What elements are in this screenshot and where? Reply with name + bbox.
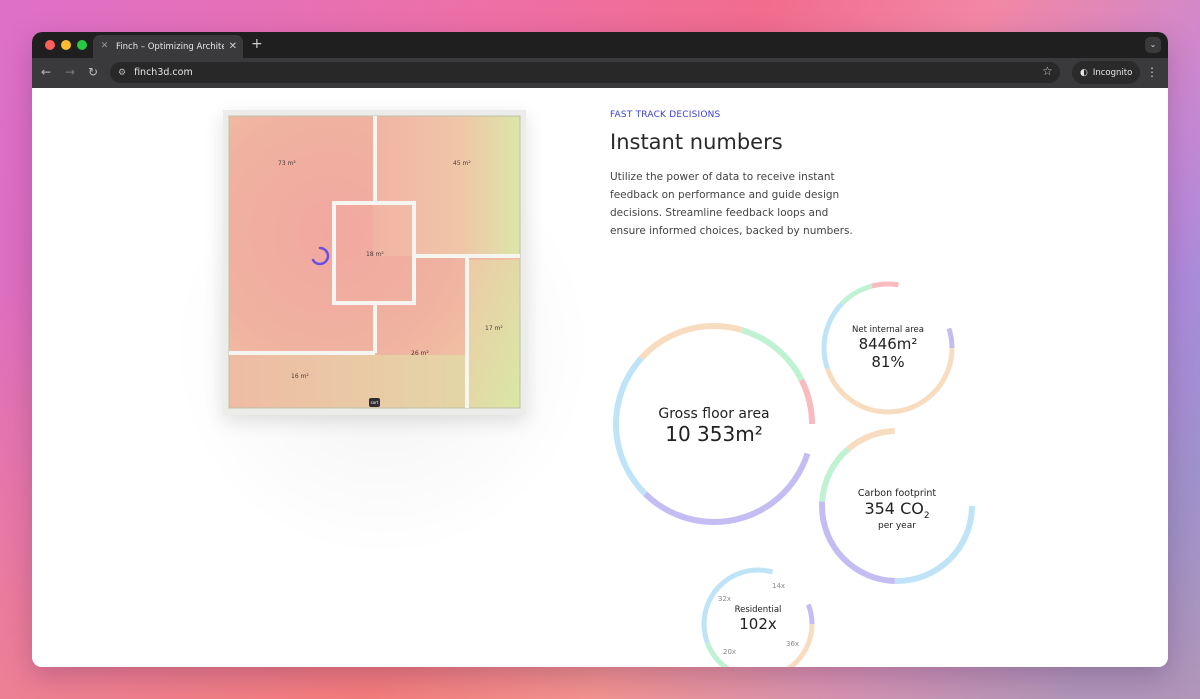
incognito-badge[interactable]: ◐ Incognito — [1072, 61, 1140, 84]
carbon-footprint-unit: per year — [878, 521, 916, 532]
carbon-footprint-label: Carbon footprint — [857, 488, 937, 499]
net-internal-area-metric: Net internal area 8446m² 81% — [828, 325, 948, 371]
url-text: finch3d.com — [134, 67, 193, 78]
residential-tag: 32x — [718, 595, 732, 603]
back-icon[interactable]: ← — [41, 65, 51, 79]
residential-tag: 20x — [723, 648, 737, 656]
residential-label: Residential — [734, 605, 782, 615]
gross-floor-area-value: 10 353m² — [665, 422, 763, 446]
reload-icon[interactable]: ↻ — [88, 65, 98, 79]
more-menu-icon[interactable]: ⋮ — [1146, 65, 1158, 79]
site-settings-icon[interactable]: ⚙ — [118, 68, 126, 78]
bookmark-star-icon[interactable]: ☆ — [1042, 64, 1053, 78]
gross-floor-area-label: Gross floor area — [658, 406, 770, 422]
carbon-footprint-metric: Carbon footprint 354 CO2 per year — [837, 488, 957, 531]
tab-title: Finch – Optimizing Architectu — [116, 41, 224, 52]
incognito-icon: ◐ — [1080, 67, 1088, 78]
carbon-footprint-value: 354 CO — [864, 499, 924, 518]
browser-window: ✕ Finch – Optimizing Architectu ✕ + ⌄ ← … — [32, 32, 1168, 667]
address-toolbar: ← → ↻ ⚙ finch3d.com ☆ ◐ Incognito ⋮ — [32, 58, 1168, 88]
residential-value: 102x — [739, 615, 777, 633]
net-internal-area-percent: 81% — [871, 353, 905, 371]
browser-tab[interactable]: ✕ Finch – Optimizing Architectu ✕ — [93, 35, 243, 58]
residential-metric: Residential 102x — [708, 605, 808, 633]
new-tab-icon[interactable]: + — [251, 36, 263, 52]
carbon-subscript: 2 — [923, 511, 930, 522]
tab-search-icon[interactable]: ⌄ — [1145, 37, 1161, 53]
gross-floor-area-metric: Gross floor area 10 353m² — [634, 406, 794, 446]
residential-tag: 36x — [786, 640, 800, 648]
window-controls — [45, 40, 87, 50]
page-content: 73 m² 45 m² 18 m² 17 m² 26 m² 16 m² sort… — [32, 88, 1168, 667]
close-tab-icon[interactable]: ✕ — [229, 41, 237, 52]
net-internal-area-label: Net internal area — [852, 325, 924, 335]
residential-tag: 14x — [772, 582, 786, 590]
finch-favicon-icon: ✕ — [100, 41, 109, 51]
forward-icon[interactable]: → — [65, 65, 75, 79]
maximize-window-button[interactable] — [77, 40, 87, 50]
close-window-button[interactable] — [45, 40, 55, 50]
tab-bar: ✕ Finch – Optimizing Architectu ✕ + ⌄ — [32, 32, 1168, 58]
net-internal-area-value: 8446m² — [858, 335, 918, 353]
metric-rings — [613, 281, 975, 667]
incognito-label: Incognito — [1092, 67, 1133, 78]
address-bar[interactable]: ⚙ finch3d.com — [110, 62, 1060, 83]
minimize-window-button[interactable] — [61, 40, 71, 50]
carbon-footprint-value-line: 354 CO2 — [837, 499, 957, 521]
